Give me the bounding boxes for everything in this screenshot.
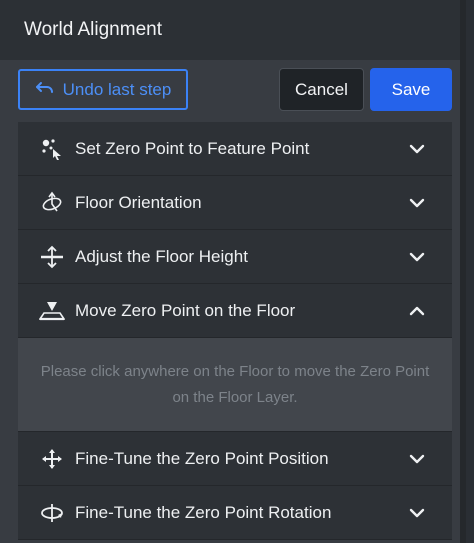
step-label: Floor Orientation [75,192,202,212]
world-alignment-panel: World Alignment Undo last step Cancel Sa… [0,0,466,543]
panel-title: World Alignment [24,19,162,40]
cancel-button[interactable]: Cancel [279,68,364,111]
zero-point-floor-icon [38,297,66,325]
chevron-down-icon [408,194,426,212]
step-instructions: Please click anywhere on the Floor to mo… [18,338,452,432]
step-label: Fine-Tune the Zero Point Position [75,448,329,468]
chevron-up-icon [408,302,426,320]
chevron-down-icon [408,504,426,522]
undo-label: Undo last step [62,79,172,99]
save-button[interactable]: Save [370,68,452,111]
step-move-zero-point[interactable]: Move Zero Point on the Floor [18,284,452,338]
chevron-down-icon [408,450,426,468]
panel-header: World Alignment [0,0,460,60]
step-label: Move Zero Point on the Floor [75,300,296,320]
step-fine-tune-rotation[interactable]: Fine-Tune the Zero Point Rotation [18,486,452,540]
move-arrows-icon [38,445,66,473]
step-floor-orientation[interactable]: Floor Orientation [18,176,452,230]
step-label: Fine-Tune the Zero Point Rotation [75,502,332,522]
floor-orientation-icon [38,189,66,217]
floor-height-icon [38,243,66,271]
step-label: Set Zero Point to Feature Point [75,138,310,158]
undo-button[interactable]: Undo last step [18,69,188,110]
alignment-steps-accordion: Set Zero Point to Feature Point Floor Or… [18,122,452,540]
chevron-down-icon [408,140,426,158]
rotate-icon [38,499,66,527]
step-floor-height[interactable]: Adjust the Floor Height [18,230,452,284]
toolbar: Undo last step Cancel Save [0,60,460,122]
chevron-down-icon [408,248,426,266]
step-fine-tune-position[interactable]: Fine-Tune the Zero Point Position [18,432,452,486]
step-label: Adjust the Floor Height [75,246,248,266]
feature-point-icon [38,135,66,163]
step-feature-point[interactable]: Set Zero Point to Feature Point [18,122,452,176]
undo-icon [35,79,55,100]
